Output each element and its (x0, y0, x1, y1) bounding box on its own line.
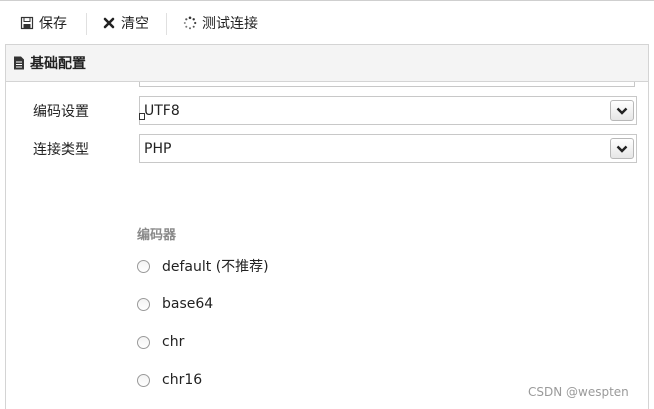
encoder-option-label: chr (162, 334, 185, 350)
encoder-option-label: base64 (162, 296, 214, 312)
save-button[interactable]: 保存 (20, 11, 67, 35)
save-label: 保存 (39, 16, 67, 32)
test-connection-label: 测试连接 (202, 16, 258, 32)
close-icon (103, 17, 115, 29)
basic-config-panel: 基础配置 编码设置 UTF8 连接类型 PHP 编码器 default (不推荐… (5, 44, 649, 409)
connection-type-label: 连接类型 (33, 142, 89, 158)
chevron-down-icon (616, 145, 628, 153)
chevron-down-icon (616, 107, 628, 115)
panel-header[interactable]: 基础配置 (6, 44, 648, 82)
app-window: 保存 清空 测试连接 基础配置 编码设置 UTF8 连接类型 PHP 编码器 d… (0, 0, 654, 409)
toolbar-divider (86, 13, 87, 35)
connection-type-value: PHP (144, 141, 172, 157)
encoding-dropdown-button[interactable] (610, 100, 634, 121)
radio-button[interactable] (137, 373, 150, 387)
mouse-cursor (139, 113, 145, 120)
encoder-group-label: 编码器 (137, 228, 177, 243)
panel-body: 编码设置 UTF8 连接类型 PHP 编码器 default (不推荐) bas… (6, 82, 648, 409)
save-icon (20, 16, 34, 30)
encoder-option-label: chr16 (162, 372, 203, 388)
encoder-option-default[interactable]: default (不推荐) (137, 256, 269, 276)
panel-title: 基础配置 (30, 56, 86, 72)
radio-button[interactable] (137, 259, 150, 273)
radio-button[interactable] (137, 335, 150, 349)
encoder-option-chr[interactable]: chr (137, 332, 184, 352)
test-connection-button[interactable]: 测试连接 (183, 11, 258, 35)
radio-button[interactable] (137, 297, 150, 311)
watermark: CSDN @wespten (528, 385, 629, 399)
toolbar: 保存 清空 测试连接 (0, 0, 654, 44)
scrolled-field-edge (139, 82, 635, 87)
encoding-label: 编码设置 (33, 104, 89, 120)
encoding-select[interactable]: UTF8 (139, 96, 637, 125)
document-icon (14, 56, 24, 70)
connection-type-select[interactable]: PHP (139, 134, 637, 163)
encoder-option-label: default (不推荐) (162, 259, 269, 275)
encoder-option-base64[interactable]: base64 (137, 294, 213, 314)
encoding-value: UTF8 (144, 103, 180, 119)
spinner-icon (183, 16, 197, 30)
clear-button[interactable]: 清空 (102, 11, 149, 35)
clear-label: 清空 (121, 16, 149, 32)
connection-type-dropdown-button[interactable] (610, 138, 634, 159)
toolbar-divider (166, 13, 167, 35)
encoder-option-chr16[interactable]: chr16 (137, 370, 202, 390)
